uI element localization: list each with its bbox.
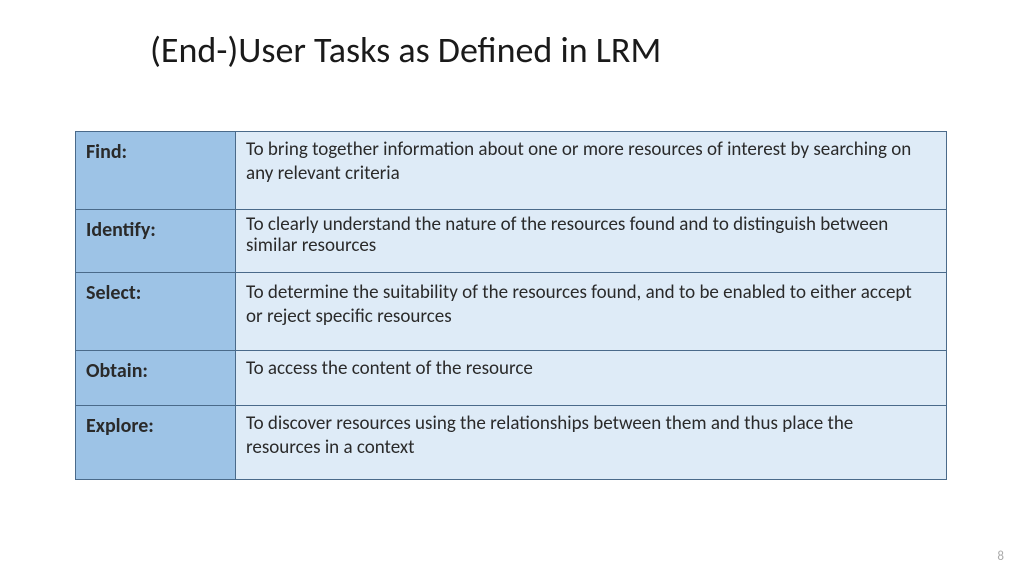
- page-number: 8: [997, 549, 1004, 564]
- slide-title: (End-)User Tasks as Defined in LRM: [0, 0, 1024, 72]
- table-row: Identify: To clearly understand the natu…: [76, 210, 947, 273]
- task-label-explore: Explore:: [76, 406, 236, 480]
- task-label-select: Select:: [76, 273, 236, 351]
- task-table: Find: To bring together information abou…: [75, 131, 947, 480]
- task-label-obtain: Obtain:: [76, 351, 236, 406]
- task-desc-find: To bring together information about one …: [236, 132, 947, 210]
- task-desc-obtain: To access the content of the resource: [236, 351, 947, 406]
- task-desc-select: To determine the suitability of the reso…: [236, 273, 947, 351]
- table-row: Find: To bring together information abou…: [76, 132, 947, 210]
- table-row: Select: To determine the suitability of …: [76, 273, 947, 351]
- task-label-find: Find:: [76, 132, 236, 210]
- task-desc-identify: To clearly understand the nature of the …: [236, 210, 947, 273]
- task-desc-explore: To discover resources using the relation…: [236, 406, 947, 480]
- table-row: Obtain: To access the content of the res…: [76, 351, 947, 406]
- table-row: Explore: To discover resources using the…: [76, 406, 947, 480]
- task-label-identify: Identify:: [76, 210, 236, 273]
